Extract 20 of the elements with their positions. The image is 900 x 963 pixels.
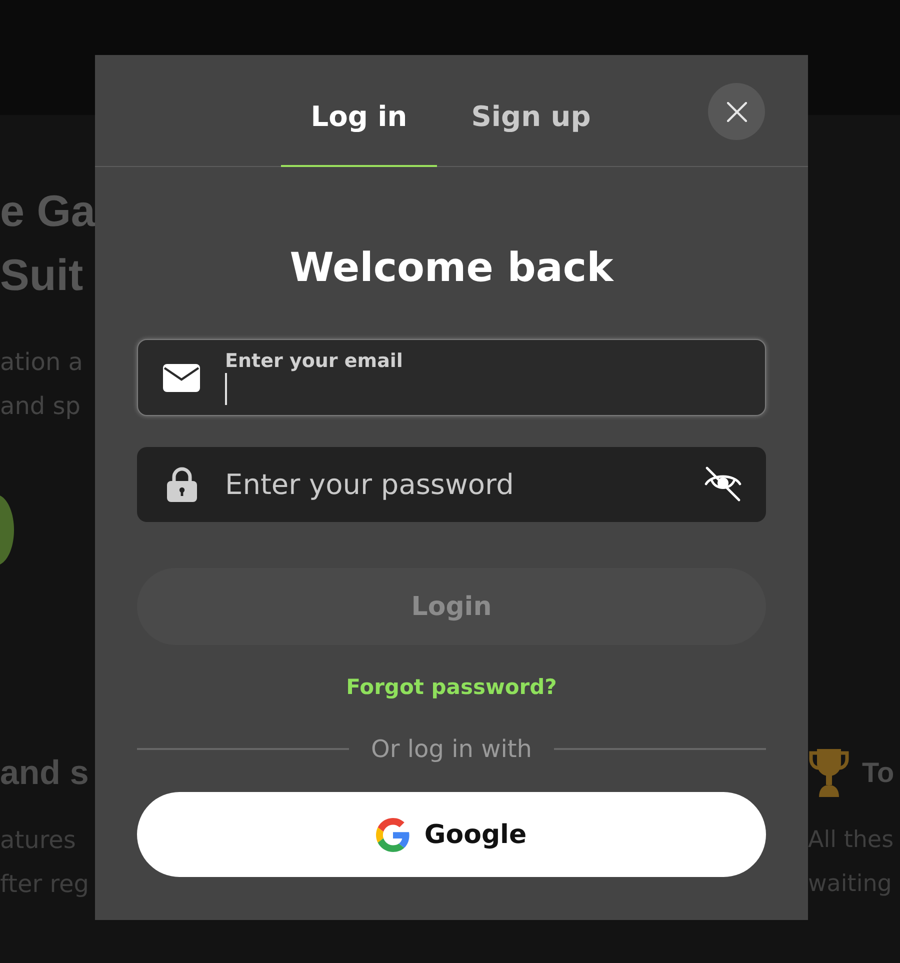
hero-title-line: Suit [0,250,84,302]
tab[interactable]: Log in [281,56,437,167]
password-field[interactable]: Enter your password [137,447,766,522]
lock-icon [167,467,197,502]
feature-title: To [862,756,894,790]
google-g-icon [376,818,410,852]
email-field[interactable]: Enter your email [137,339,766,416]
email-label: Enter your email [225,350,403,372]
eye-slash-icon[interactable] [704,466,742,502]
close-icon [726,102,746,122]
tab[interactable]: Sign up [453,56,609,167]
google-button[interactable]: Google [137,792,766,877]
text-cursor-icon [225,373,227,405]
feature-title: and s [0,753,90,793]
forgot-password-link[interactable]: Forgot password? [346,673,557,701]
dialog-title: Welcome back [288,244,615,292]
trophy-icon [808,749,850,797]
divider-label: Or log in with [370,735,532,763]
mail-icon [163,364,200,392]
hero-title-line: e Ga [0,186,95,238]
